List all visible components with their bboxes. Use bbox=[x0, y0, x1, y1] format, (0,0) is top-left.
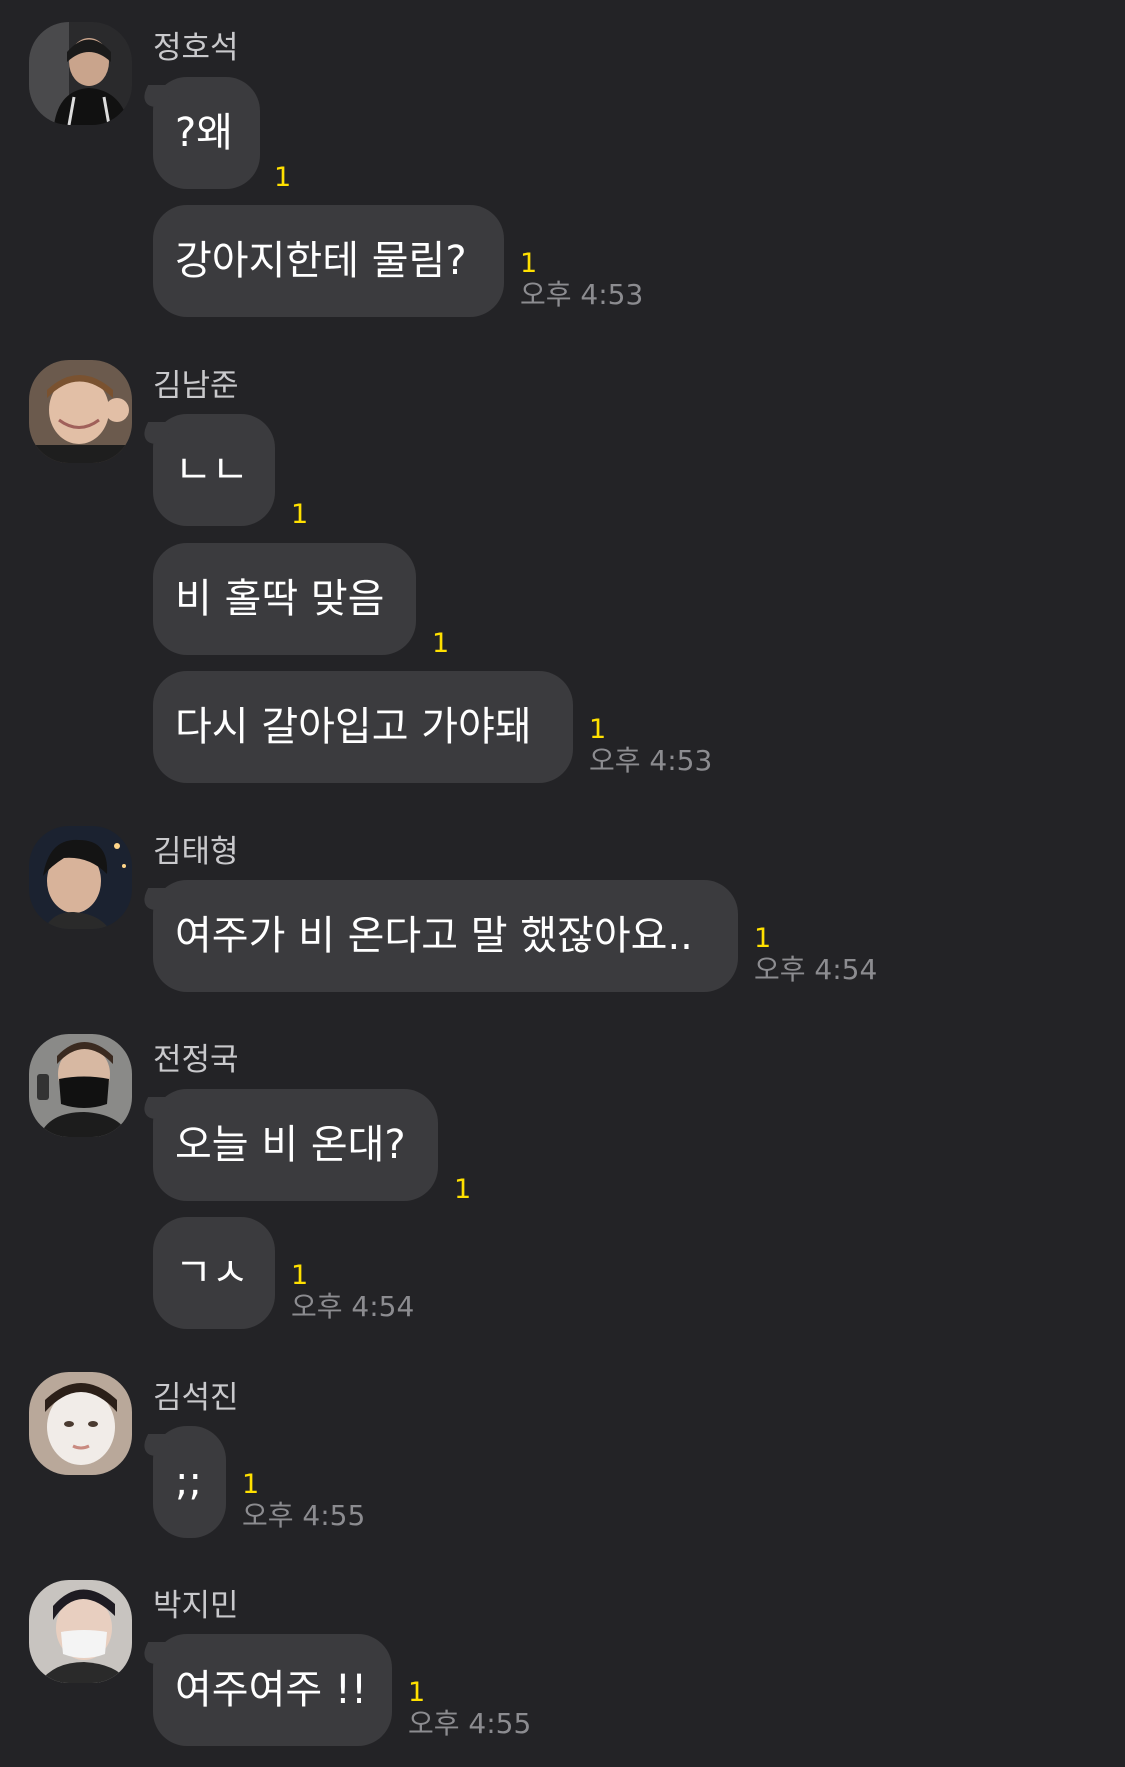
sender-name: 김남준 bbox=[153, 368, 239, 404]
message-timestamp: 오후 4:55 bbox=[408, 1707, 532, 1740]
message-timestamp: 오후 4:53 bbox=[589, 744, 713, 777]
profile-photo-icon bbox=[29, 1372, 132, 1475]
avatar-hoseok[interactable] bbox=[29, 22, 132, 125]
avatar-taehyung[interactable] bbox=[29, 826, 132, 929]
sender-name: 김태형 bbox=[153, 834, 239, 870]
unread-count: 1 bbox=[432, 628, 450, 659]
message-bubble[interactable]: 여주여주 !! bbox=[153, 1634, 392, 1746]
message-timestamp: 오후 4:54 bbox=[754, 953, 878, 986]
message-bubble[interactable]: ㄱㅅ bbox=[153, 1217, 275, 1329]
unread-count: 1 bbox=[589, 714, 607, 745]
unread-count: 1 bbox=[454, 1174, 472, 1205]
profile-photo-icon bbox=[29, 1034, 132, 1137]
message-bubble[interactable]: ;; bbox=[153, 1426, 226, 1538]
avatar-seokjin[interactable] bbox=[29, 1372, 132, 1475]
message-bubble[interactable]: 오늘 비 온대? bbox=[153, 1089, 438, 1201]
message-bubble[interactable]: ㄴㄴ bbox=[153, 414, 275, 526]
message-bubble[interactable]: 비 홀딱 맞음 bbox=[153, 543, 416, 655]
message-bubble[interactable]: 다시 갈아입고 가야돼 bbox=[153, 671, 573, 783]
unread-count: 1 bbox=[291, 1260, 309, 1291]
profile-photo-icon bbox=[29, 1580, 132, 1683]
sender-name: 김석진 bbox=[153, 1380, 239, 1416]
unread-count: 1 bbox=[274, 162, 292, 193]
profile-photo-icon bbox=[29, 22, 132, 125]
avatar-jimin[interactable] bbox=[29, 1580, 132, 1683]
message-timestamp: 오후 4:53 bbox=[520, 278, 644, 311]
unread-count: 1 bbox=[520, 248, 538, 279]
avatar-namjoon[interactable] bbox=[29, 360, 132, 463]
unread-count: 1 bbox=[242, 1469, 260, 1500]
message-bubble[interactable]: ?왜 bbox=[153, 77, 260, 189]
sender-name: 정호석 bbox=[153, 30, 239, 66]
profile-photo-icon bbox=[29, 826, 132, 929]
unread-count: 1 bbox=[408, 1677, 426, 1708]
message-timestamp: 오후 4:55 bbox=[242, 1499, 366, 1532]
unread-count: 1 bbox=[291, 499, 309, 530]
profile-photo-icon bbox=[29, 360, 132, 463]
unread-count: 1 bbox=[754, 923, 772, 954]
chat-message-list[interactable]: 정호석 ?왜 1 강아지한테 물림? 1 오후 4:53 김남준 ㄴㄴ 1 비 … bbox=[0, 0, 1125, 1767]
sender-name: 전정국 bbox=[153, 1042, 239, 1078]
message-timestamp: 오후 4:54 bbox=[291, 1290, 415, 1323]
message-bubble[interactable]: 여주가 비 온다고 말 했잖아요.. bbox=[153, 880, 738, 992]
avatar-jungkook[interactable] bbox=[29, 1034, 132, 1137]
message-bubble[interactable]: 강아지한테 물림? bbox=[153, 205, 504, 317]
sender-name: 박지민 bbox=[153, 1588, 239, 1624]
